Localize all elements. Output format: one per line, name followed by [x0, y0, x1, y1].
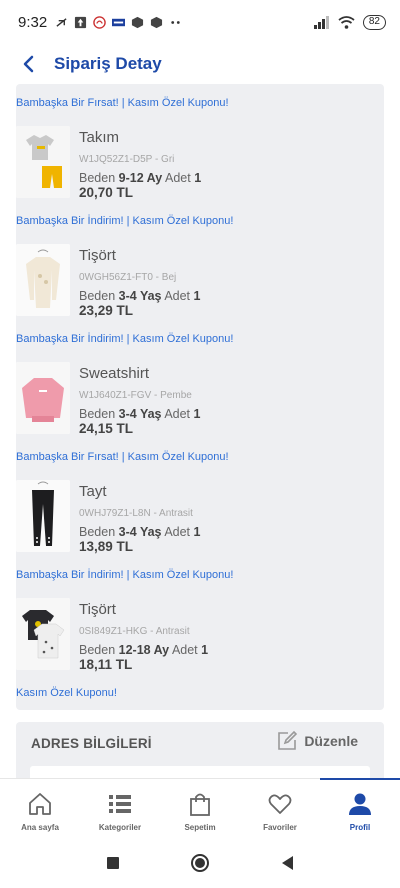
nav-item-home[interactable]: Ana sayfa	[0, 779, 80, 838]
nav-label: Favoriler	[263, 823, 297, 832]
tshirt-set-thumbnail-icon	[16, 598, 70, 670]
bottom-nav: Ana sayfa Kategoriler Sepetim Favoriler …	[0, 778, 400, 838]
item-size-qty: Beden 3-4 Yaş Adet 1	[79, 407, 201, 421]
item-name: Tişört	[79, 247, 116, 264]
order-item[interactable]: Tayt 0WHJ79Z1-L8N - Antrasit Beden 3-4 Y…	[16, 480, 384, 554]
address-title: ADRES BİLGİLERİ	[31, 736, 152, 751]
promo-text[interactable]: Bambaşka Bir Fırsat! | Kasım Özel Kuponu…	[16, 451, 229, 463]
product-image	[16, 362, 70, 434]
item-size-qty: Beden 12-18 Ay Adet 1	[79, 643, 209, 657]
app-header: Sipariş Detay	[0, 44, 400, 84]
item-code: 0WHJ79Z1-L8N - Antrasit	[79, 508, 193, 519]
nav-label: Profil	[349, 823, 371, 832]
promo-text[interactable]: Bambaşka Bir İndirim! | Kasım Özel Kupon…	[16, 215, 233, 227]
item-code: 0WGH56Z1-FT0 - Bej	[79, 272, 177, 283]
product-image	[16, 480, 70, 552]
pink-sweatshirt-thumbnail-icon	[16, 362, 70, 434]
box-icon	[132, 16, 144, 28]
product-image	[16, 244, 70, 316]
item-size-qty: Beden 3-4 Yaş Adet 1	[79, 289, 201, 303]
item-code: W1JQ52Z1-D5P - Gri	[79, 154, 175, 165]
address-card: ADRES BİLGİLERİ Düzenle	[16, 722, 384, 778]
item-size-qty: Beden 3-4 Yaş Adet 1	[79, 525, 201, 539]
categories-icon	[109, 795, 131, 813]
home-button-icon[interactable]	[190, 853, 210, 873]
system-nav-bar	[0, 838, 400, 888]
chevron-left-icon	[23, 55, 34, 73]
nav-item-categories[interactable]: Kategoriler	[80, 779, 160, 838]
item-name: Sweatshirt	[79, 365, 150, 382]
nav-label: Kategoriler	[98, 823, 142, 832]
heart-icon	[268, 794, 292, 814]
order-item[interactable]: Takım W1JQ52Z1-D5P - Gri Beden 9-12 Ay A…	[16, 126, 384, 200]
order-item[interactable]: Tişört 0SI849Z1-HKG - Antrasit Beden 12-…	[16, 598, 384, 672]
item-code: W1J640Z1-FGV - Pembe	[79, 390, 192, 401]
recent-apps-icon[interactable]	[106, 856, 120, 870]
upload-icon	[75, 16, 87, 28]
page-title: Sipariş Detay	[54, 54, 162, 73]
back-button[interactable]	[8, 44, 48, 84]
profile-icon	[349, 793, 371, 815]
order-items-panel: Bambaşka Bir Fırsat! | Kasım Özel Kuponu…	[16, 84, 384, 710]
item-price: 20,70 TL	[79, 185, 134, 200]
card-icon	[112, 18, 126, 26]
wifi-icon	[338, 15, 355, 29]
home-icon	[29, 793, 51, 815]
item-price: 24,15 TL	[79, 421, 134, 436]
item-code: 0SI849Z1-HKG - Antrasit	[79, 626, 190, 637]
signal-icon	[313, 15, 329, 29]
status-bar: 9:32 82	[0, 0, 400, 44]
product-image	[16, 598, 70, 670]
item-name: Takım	[79, 129, 120, 146]
back-triangle-icon[interactable]	[280, 855, 294, 871]
edit-icon	[278, 730, 298, 750]
grey-set-thumbnail-icon	[16, 126, 70, 198]
promo-text[interactable]: Bambaşka Bir İndirim! | Kasım Özel Kupon…	[16, 333, 233, 345]
leggings-thumbnail-icon	[16, 480, 70, 552]
nav-item-favorites[interactable]: Favoriler	[240, 779, 320, 838]
promo-text[interactable]: Kasım Özel Kuponu!	[16, 687, 117, 699]
item-price: 23,29 TL	[79, 303, 134, 318]
app-icon	[93, 15, 106, 29]
status-time: 9:32	[18, 13, 48, 31]
nav-label: Ana sayfa	[21, 823, 59, 832]
edit-label: Düzenle	[304, 733, 358, 749]
product-image	[16, 126, 70, 198]
item-name: Tişört	[79, 601, 116, 618]
promo-text[interactable]: Bambaşka Bir Fırsat! | Kasım Özel Kuponu…	[16, 97, 229, 109]
item-price: 18,11 TL	[79, 657, 133, 672]
box-icon	[151, 16, 163, 28]
notification-icons	[55, 15, 182, 29]
item-name: Tayt	[79, 483, 107, 500]
beige-tshirt-thumbnail-icon	[16, 244, 70, 316]
item-price: 13,89 TL	[79, 539, 134, 554]
address-box	[30, 766, 370, 778]
item-size-qty: Beden 9-12 Ay Adet 1	[79, 171, 202, 185]
more-dots-icon	[171, 20, 180, 24]
battery-indicator: 82	[362, 14, 386, 30]
nav-item-profile[interactable]: Profil	[320, 778, 400, 838]
order-detail-content[interactable]: Bambaşka Bir Fırsat! | Kasım Özel Kuponu…	[0, 84, 400, 778]
promo-text[interactable]: Bambaşka Bir İndirim! | Kasım Özel Kupon…	[16, 569, 233, 581]
order-item[interactable]: Sweatshirt W1J640Z1-FGV - Pembe Beden 3-…	[16, 362, 384, 436]
status-right: 82	[313, 14, 386, 30]
dnd-icon	[56, 17, 67, 27]
nav-item-cart[interactable]: Sepetim	[160, 779, 240, 838]
bag-icon	[190, 793, 210, 816]
order-item[interactable]: Tişört 0WGH56Z1-FT0 - Bej Beden 3-4 Yaş …	[16, 244, 384, 318]
edit-address-button[interactable]: Düzenle	[276, 730, 358, 752]
nav-label: Sepetim	[184, 823, 216, 832]
